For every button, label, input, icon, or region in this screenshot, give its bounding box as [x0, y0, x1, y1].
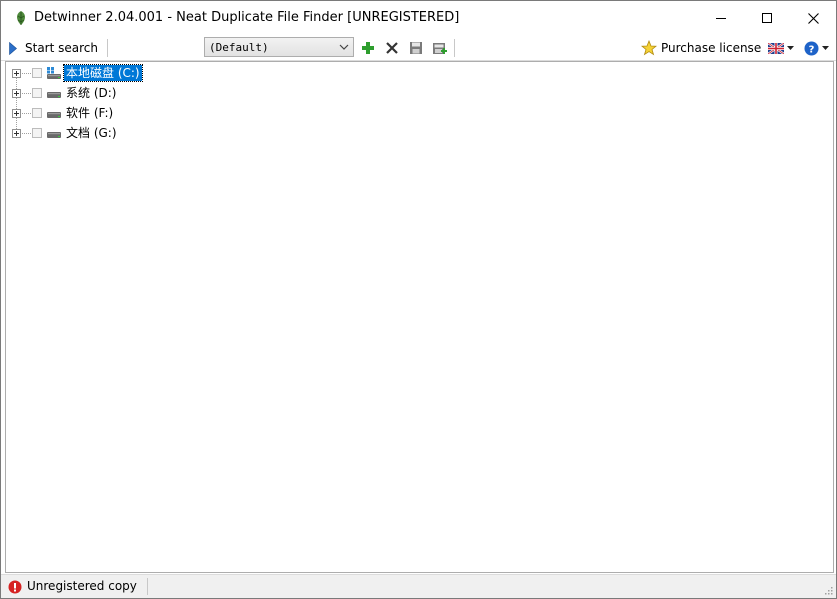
help-dropdown[interactable]: ? — [804, 39, 829, 57]
delete-profile-button[interactable] — [383, 39, 401, 57]
tree-connector — [22, 113, 31, 114]
expand-icon[interactable] — [12, 129, 21, 138]
toolbar-separator — [107, 39, 108, 57]
drive-tree[interactable]: 本地磁盘 (C:) 系统 (D:) 软件 (F:) 文档 (G:) — [5, 61, 834, 573]
detwinner-app-icon — [17, 11, 25, 25]
close-icon — [807, 12, 819, 24]
save-as-profile-button[interactable] — [431, 39, 449, 57]
drive-label: 本地磁盘 (C:) — [63, 64, 143, 82]
app-window: Detwinner 2.04.001 - Neat Duplicate File… — [0, 0, 837, 599]
expand-icon[interactable] — [12, 109, 21, 118]
drive-checkbox[interactable] — [32, 128, 42, 138]
minimize-button[interactable] — [698, 1, 744, 35]
save-as-profile-icon — [433, 43, 447, 54]
status-text: Unregistered copy — [27, 579, 137, 593]
minimize-icon — [716, 18, 726, 19]
dropdown-arrow-icon — [822, 46, 829, 50]
close-button[interactable] — [790, 1, 836, 35]
drive-icon — [47, 92, 61, 98]
tree-item-drive-f[interactable]: 软件 (F:) — [6, 103, 306, 123]
start-search-button[interactable]: Start search — [9, 38, 98, 58]
toolbar-separator — [454, 39, 455, 57]
language-dropdown[interactable] — [768, 39, 794, 57]
chevron-down-icon — [339, 44, 349, 50]
status-separator — [147, 578, 148, 595]
drive-checkbox[interactable] — [32, 108, 42, 118]
profile-selected-value: (Default) — [209, 40, 269, 54]
expand-icon[interactable] — [12, 89, 21, 98]
error-icon — [8, 580, 22, 594]
purchase-license-button[interactable]: Purchase license — [641, 38, 761, 58]
system-drive-icon — [47, 67, 61, 79]
resize-grip-icon[interactable] — [823, 585, 833, 595]
window-title: Detwinner 2.04.001 - Neat Duplicate File… — [34, 10, 460, 25]
svg-text:?: ? — [809, 44, 815, 55]
play-icon — [9, 41, 17, 55]
toolbar: Start search (Default) Purchase license — [1, 35, 836, 61]
title-bar: Detwinner 2.04.001 - Neat Duplicate File… — [1, 1, 836, 35]
expand-icon[interactable] — [12, 69, 21, 78]
status-bar: Unregistered copy — [1, 574, 836, 598]
drive-icon — [47, 112, 61, 118]
start-search-label: Start search — [25, 41, 98, 55]
tree-connector — [22, 133, 31, 134]
profile-select[interactable]: (Default) — [204, 37, 354, 57]
drive-label: 系统 (D:) — [66, 86, 117, 100]
uk-flag-icon — [768, 42, 784, 54]
tree-item-drive-d[interactable]: 系统 (D:) — [6, 83, 306, 103]
save-profile-button[interactable] — [407, 39, 425, 57]
help-icon: ? — [804, 41, 819, 55]
tree-connector — [22, 73, 31, 74]
tree-item-drive-g[interactable]: 文档 (G:) — [6, 123, 306, 143]
tree-connector — [22, 93, 31, 94]
maximize-button[interactable] — [744, 1, 790, 35]
add-profile-button[interactable] — [359, 39, 377, 57]
dropdown-arrow-icon — [787, 46, 794, 50]
star-icon — [641, 40, 657, 56]
drive-checkbox[interactable] — [32, 68, 42, 78]
tree-item-drive-c[interactable]: 本地磁盘 (C:) — [6, 63, 306, 83]
delete-profile-icon — [386, 42, 398, 54]
drive-label: 文档 (G:) — [66, 126, 117, 140]
purchase-license-label: Purchase license — [661, 41, 762, 55]
maximize-icon — [762, 13, 772, 23]
drive-icon — [47, 132, 61, 138]
drive-checkbox[interactable] — [32, 88, 42, 98]
drive-label: 软件 (F:) — [66, 106, 114, 120]
save-profile-icon — [410, 42, 422, 54]
add-profile-icon — [362, 42, 374, 54]
